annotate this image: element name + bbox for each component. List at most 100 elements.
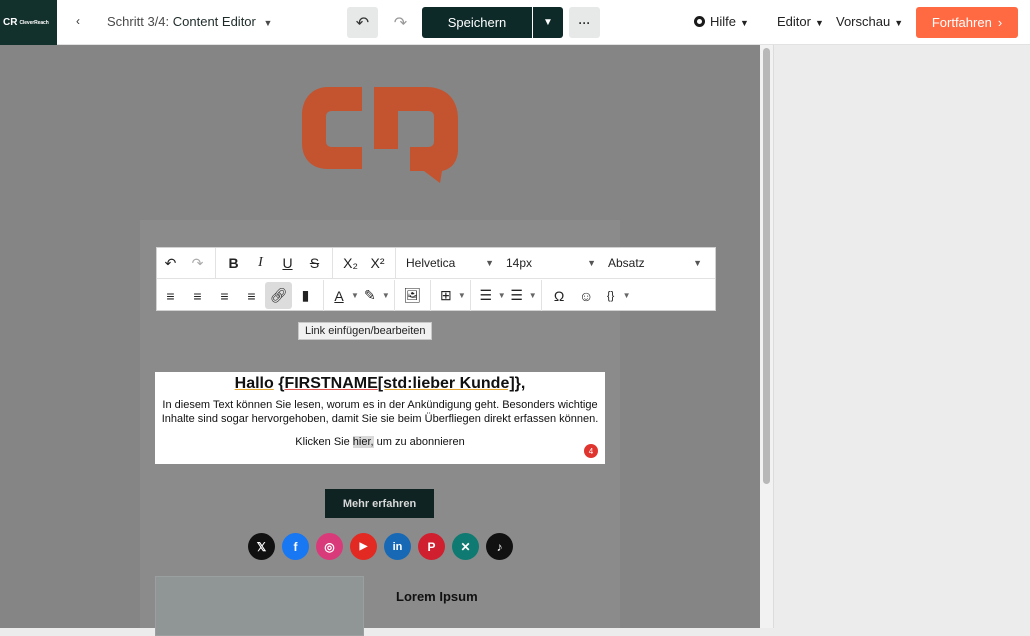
lorem-heading: Lorem Ipsum xyxy=(396,589,478,604)
divider xyxy=(215,247,216,279)
instagram-icon[interactable]: ◎ xyxy=(316,533,343,560)
continue-button[interactable]: Fortfahren › xyxy=(916,7,1018,38)
chevron-down-icon[interactable]: ▼ xyxy=(623,291,631,300)
editor-label: Editor xyxy=(777,14,811,29)
xing-icon[interactable]: ✕ xyxy=(452,533,479,560)
strikethrough-icon[interactable]: S xyxy=(301,250,328,277)
divider xyxy=(429,280,431,311)
step-selector[interactable]: Schritt 3/4: Content Editor ▼ xyxy=(107,14,272,29)
font-family-value: Helvetica xyxy=(406,256,456,270)
chevron-down-icon[interactable]: ▼ xyxy=(458,291,466,300)
chevron-down-icon[interactable]: ▼ xyxy=(498,291,506,300)
placeholder-firstname: FIRSTNAME xyxy=(284,375,378,392)
table-icon[interactable]: ⊞ xyxy=(435,282,457,309)
body-line: Inhalte sind sogar hervorgehoben, damit … xyxy=(161,413,599,425)
greeting-heading: Hallo {FIRSTNAME[std:lieber Kunde]}, xyxy=(155,375,605,393)
font-size-value: 14px xyxy=(506,256,533,270)
redo-button[interactable]: ↷ xyxy=(385,7,416,38)
notification-badge[interactable]: 4 xyxy=(584,444,598,458)
font-size-select[interactable]: 14px ▼ xyxy=(500,250,602,277)
scroll-thumb[interactable] xyxy=(763,48,770,484)
toolbar-row-2: ≡ ≡ ≡ ≡ 🔗︎ ▮ A ▼ ✎ ▼ 🖼︎ ⊞ ▼ ☰ ▼ ☰ ▼ Ω ☺ {} ▼ xyxy=(157,280,715,311)
special-character-icon[interactable]: Ω xyxy=(546,282,573,309)
cr-logo-image[interactable] xyxy=(298,79,462,191)
font-family-select[interactable]: Helvetica ▼ xyxy=(400,250,500,277)
chevron-right-icon: › xyxy=(997,15,1003,30)
bullet-list-icon[interactable]: ☰ xyxy=(506,282,528,309)
chevron-down-icon[interactable]: ▼ xyxy=(351,291,359,300)
youtube-icon[interactable]: ▶ xyxy=(350,533,377,560)
block-format-select[interactable]: Absatz ▼ xyxy=(602,250,708,277)
step-prefix: Schritt 3/4: xyxy=(107,14,170,29)
tiktok-icon[interactable]: ♪ xyxy=(486,533,513,560)
chevron-down-icon[interactable]: ▼ xyxy=(382,291,390,300)
chevron-down-icon[interactable]: ▼ xyxy=(529,291,537,300)
chevron-down-icon: ▼ xyxy=(894,18,904,28)
divider xyxy=(395,247,396,279)
more-options-button[interactable]: ··· xyxy=(569,7,600,38)
chevron-down-icon: ▼ xyxy=(587,258,596,268)
canvas-scrollbar[interactable] xyxy=(760,45,774,628)
greeting-word: Hallo xyxy=(234,375,274,392)
pinterest-icon[interactable]: P xyxy=(418,533,445,560)
editor-menu[interactable]: Editor ▼ xyxy=(777,14,824,29)
continue-label: Fortfahren xyxy=(931,15,992,30)
emoji-icon[interactable]: ☺ xyxy=(573,282,600,309)
divider xyxy=(393,280,395,311)
ellipsis-icon: ··· xyxy=(578,15,591,30)
chevron-down-icon: ▼ xyxy=(740,18,749,28)
undo-icon[interactable]: ↶ xyxy=(157,250,184,277)
highlight-color-icon[interactable]: ✎ xyxy=(359,282,381,309)
align-justify-icon[interactable]: ≡ xyxy=(238,282,265,309)
placeholder-default: [std:lieber Kunde] xyxy=(377,375,515,392)
facebook-icon[interactable]: f xyxy=(282,533,309,560)
preview-menu[interactable]: Vorschau ▼ xyxy=(836,14,903,29)
x-icon[interactable]: 𝕏 xyxy=(248,533,275,560)
step-title: Content Editor xyxy=(172,14,256,29)
rich-text-toolbar: ↶ ↷ B I U S X₂ X² Helvetica ▼ 14px ▼ Absat… xyxy=(156,247,716,311)
divider xyxy=(540,280,542,311)
chevron-down-icon: ▼ xyxy=(693,258,702,268)
linkedin-icon[interactable]: in xyxy=(384,533,411,560)
subscribe-pre: Klicken Sie xyxy=(295,436,350,448)
align-center-icon[interactable]: ≡ xyxy=(184,282,211,309)
more-info-button[interactable]: Mehr erfahren xyxy=(325,489,434,518)
help-menu[interactable]: Hilfe ▼ xyxy=(694,14,749,29)
divider xyxy=(469,280,471,311)
underline-icon[interactable]: U xyxy=(274,250,301,277)
divider xyxy=(332,247,333,279)
subscript-icon[interactable]: X₂ xyxy=(337,250,364,277)
superscript-icon[interactable]: X² xyxy=(364,250,391,277)
link-tooltip: Link einfügen/bearbeiten xyxy=(298,322,433,340)
subscribe-link[interactable]: hier, xyxy=(352,436,374,448)
help-label: Hilfe xyxy=(710,14,737,29)
align-left-icon[interactable]: ≡ xyxy=(157,282,184,309)
link-icon[interactable]: 🔗︎ xyxy=(265,282,292,309)
brand-mark: CR xyxy=(3,17,18,28)
save-options-button[interactable]: ▼ xyxy=(533,7,563,38)
redo-icon: ↷ xyxy=(393,14,408,32)
placeholder-tokens-icon[interactable]: {} xyxy=(600,282,622,309)
bookmark-icon[interactable]: ▮ xyxy=(292,282,319,309)
bold-icon[interactable]: B xyxy=(220,250,247,277)
cleverreach-logo[interactable]: CR CleverReach xyxy=(0,0,57,45)
text-block[interactable]: Hallo {FIRSTNAME[std:lieber Kunde]}, In … xyxy=(155,372,605,464)
undo-button[interactable]: ↶ xyxy=(347,7,378,38)
settings-panel xyxy=(775,45,1030,628)
chevron-down-icon: ▼ xyxy=(485,258,494,268)
redo-icon[interactable]: ↷ xyxy=(184,250,211,277)
image-placeholder[interactable] xyxy=(155,576,364,636)
align-right-icon[interactable]: ≡ xyxy=(211,282,238,309)
numbered-list-icon[interactable]: ☰ xyxy=(475,282,497,309)
chevron-down-icon: ▼ xyxy=(543,17,553,28)
divider xyxy=(323,280,324,311)
body-paragraph: In diesem Text können Sie lesen, worum e… xyxy=(155,398,605,426)
image-icon[interactable]: 🖼︎ xyxy=(399,282,426,309)
save-button[interactable]: Speichern xyxy=(422,7,532,38)
text-color-icon[interactable]: A xyxy=(328,282,350,309)
back-chevron-icon[interactable]: ‹ xyxy=(76,14,80,28)
undo-icon: ↶ xyxy=(355,14,370,32)
body-line: In diesem Text können Sie lesen, worum e… xyxy=(162,399,598,411)
top-bar: CR CleverReach ‹ Schritt 3/4: Content Ed… xyxy=(0,0,1030,45)
italic-icon[interactable]: I xyxy=(247,250,274,277)
